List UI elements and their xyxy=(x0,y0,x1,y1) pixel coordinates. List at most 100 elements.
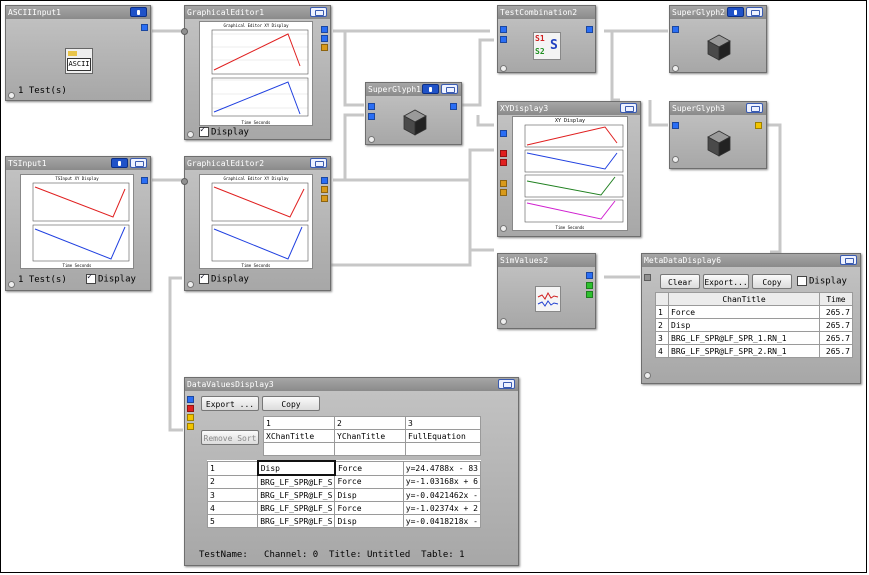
table-row[interactable]: 2 Disp 265.7 xyxy=(655,318,853,332)
table-cell[interactable]: BRG_LF_SPR@LF_S xyxy=(257,514,336,528)
display-checkbox[interactable]: Display xyxy=(86,272,136,285)
node-superglyph2[interactable]: SuperGlyph2 xyxy=(669,5,767,73)
input-port[interactable] xyxy=(500,180,507,187)
input-port[interactable] xyxy=(672,26,679,33)
table-row[interactable]: 2 BRG_LF_SPR@LF_S Force y=-1.03168x + 6 xyxy=(206,474,482,489)
input-port[interactable] xyxy=(187,423,194,430)
maximize-icon[interactable] xyxy=(840,255,857,265)
display-checkbox[interactable]: Display xyxy=(199,125,249,138)
table-cell[interactable]: Disp xyxy=(256,460,336,476)
input-port[interactable] xyxy=(500,159,507,166)
node-graphical-editor1[interactable]: GraphicalEditor1 Graphical Editor XY Dis… xyxy=(181,5,331,140)
copy-button[interactable]: Copy xyxy=(262,396,320,411)
node-titlebar[interactable]: SuperGlyph3 xyxy=(670,102,766,115)
clear-button[interactable]: Clear xyxy=(660,274,700,289)
output-port[interactable] xyxy=(141,177,148,184)
table-cell[interactable]: Disp xyxy=(668,318,820,332)
table-cell[interactable]: Force xyxy=(334,460,404,476)
table-row[interactable]: 4 BRG_LF_SPR@LF_S Force y=-1.02374x + 2 xyxy=(206,501,482,515)
table-row[interactable]: 1 Disp Force y=24.4788x - 83 xyxy=(206,460,482,476)
display-checkbox[interactable]: Display xyxy=(797,276,847,287)
node-ascii-input[interactable]: ASCIIInput1 ASCII 1 Test(s) xyxy=(5,5,151,101)
table-cell[interactable]: 265.7 xyxy=(819,318,853,332)
node-superglyph1[interactable]: SuperGlyph1 xyxy=(365,82,462,145)
node-titlebar[interactable]: ASCIIInput1 xyxy=(6,6,150,19)
table-cell[interactable]: BRG_LF_SPR@LF_SPR_1.RN_1 xyxy=(668,331,820,345)
remove-sort-button[interactable]: Remove Sort xyxy=(201,430,259,445)
export-button[interactable]: Export... xyxy=(703,274,749,289)
table-row[interactable]: 3 BRG_LF_SPR@LF_S Disp y=-0.0421462x - xyxy=(206,488,482,502)
table-cell[interactable]: y=-0.0421462x - xyxy=(402,488,482,502)
maximize-icon[interactable] xyxy=(746,7,763,17)
maximize-icon[interactable] xyxy=(130,158,147,168)
table-cell[interactable]: Force xyxy=(668,305,820,319)
table-cell[interactable]: y=24.4788x - 83 xyxy=(402,460,482,476)
output-port[interactable] xyxy=(586,282,593,289)
input-port[interactable] xyxy=(500,189,507,196)
maximize-icon[interactable] xyxy=(620,103,637,113)
table-cell[interactable]: BRG_LF_SPR@LF_S xyxy=(257,488,336,502)
table-cell[interactable]: BRG_LF_SPR@LF_SPR_2.RN_1 xyxy=(668,344,820,358)
node-graphical-editor2[interactable]: GraphicalEditor2 Graphical Editor XY Dis… xyxy=(181,156,331,291)
table-row[interactable]: 5 BRG_LF_SPR@LF_S Disp y=-0.0418218x - xyxy=(206,514,482,528)
input-port[interactable] xyxy=(187,405,194,412)
maximize-icon[interactable] xyxy=(310,158,327,168)
output-port[interactable] xyxy=(586,272,593,279)
data-values-table[interactable]: 1 Disp Force y=24.4788x - 83 2 BRG_LF_SP… xyxy=(206,460,482,528)
input-port[interactable] xyxy=(500,150,507,157)
output-port[interactable] xyxy=(321,44,328,51)
input-port[interactable] xyxy=(181,28,188,35)
node-titlebar[interactable]: DataValuesDisplay3 xyxy=(185,378,518,391)
node-superglyph3[interactable]: SuperGlyph3 xyxy=(669,101,767,169)
input-port[interactable] xyxy=(187,396,194,403)
table-cell[interactable]: Force xyxy=(334,474,404,489)
node-metadata-display[interactable]: MetaDataDisplay6 Clear Export... Copy Di… xyxy=(641,253,861,384)
maximize-icon[interactable] xyxy=(498,379,515,389)
table-row[interactable]: 1 Force 265.7 xyxy=(655,305,853,319)
input-port[interactable] xyxy=(644,274,651,281)
node-test-combination[interactable]: TestCombination2 S1 S2 S xyxy=(497,5,596,73)
node-titlebar[interactable]: TestCombination2 xyxy=(498,6,595,19)
table-cell[interactable]: Disp xyxy=(334,514,404,528)
node-titlebar[interactable]: MetaDataDisplay6 xyxy=(642,254,860,267)
output-port[interactable] xyxy=(321,26,328,33)
output-port[interactable] xyxy=(321,195,328,202)
input-port[interactable] xyxy=(368,103,375,110)
node-titlebar[interactable]: XYDisplay3 xyxy=(498,102,640,115)
header-cell[interactable]: ChanTitle xyxy=(668,292,820,306)
table-row[interactable]: 3 BRG_LF_SPR@LF_SPR_1.RN_1 265.7 xyxy=(655,331,853,345)
output-port[interactable] xyxy=(141,24,148,31)
table-cell[interactable]: BRG_LF_SPR@LF_S xyxy=(257,474,336,489)
node-titlebar[interactable]: SuperGlyph1 xyxy=(366,83,461,96)
maximize-icon[interactable] xyxy=(746,103,763,113)
input-port[interactable] xyxy=(500,36,507,43)
table-cell[interactable]: y=-0.0418218x - xyxy=(402,514,482,528)
node-titlebar[interactable]: GraphicalEditor1 xyxy=(185,6,330,19)
maximize-icon[interactable] xyxy=(310,7,327,17)
node-sim-values[interactable]: SimValues2 xyxy=(497,253,596,329)
node-titlebar[interactable]: GraphicalEditor2 xyxy=(185,157,330,170)
table-cell[interactable]: 265.7 xyxy=(819,344,853,358)
table-cell[interactable]: Disp xyxy=(334,488,404,502)
lock-button-icon[interactable] xyxy=(422,84,439,94)
output-port[interactable] xyxy=(586,291,593,298)
node-data-values-display[interactable]: DataValuesDisplay3 Export ... Copy Remov… xyxy=(184,377,519,566)
lock-button-icon[interactable] xyxy=(130,7,147,17)
metadata-table[interactable]: ChanTitle Time 1 Force 265.7 2 Disp 265.7 3B… xyxy=(655,292,853,358)
lock-button-icon[interactable] xyxy=(111,158,128,168)
header-cell[interactable]: Time xyxy=(819,292,853,306)
output-port[interactable] xyxy=(586,26,593,33)
node-ts-input[interactable]: TSInput1 TSInput XY Display Time Seconds… xyxy=(5,156,151,291)
display-checkbox[interactable]: Display xyxy=(199,272,249,285)
input-port[interactable] xyxy=(181,178,188,185)
input-port[interactable] xyxy=(187,414,194,421)
input-port[interactable] xyxy=(500,26,507,33)
output-port[interactable] xyxy=(321,35,328,42)
output-port[interactable] xyxy=(450,103,457,110)
node-titlebar[interactable]: SuperGlyph2 xyxy=(670,6,766,19)
input-port[interactable] xyxy=(672,122,679,129)
maximize-icon[interactable] xyxy=(441,84,458,94)
copy-button[interactable]: Copy xyxy=(752,274,792,289)
input-port[interactable] xyxy=(368,113,375,120)
node-xy-display[interactable]: XYDisplay3 XY Display Time Seconds xyxy=(497,101,641,237)
